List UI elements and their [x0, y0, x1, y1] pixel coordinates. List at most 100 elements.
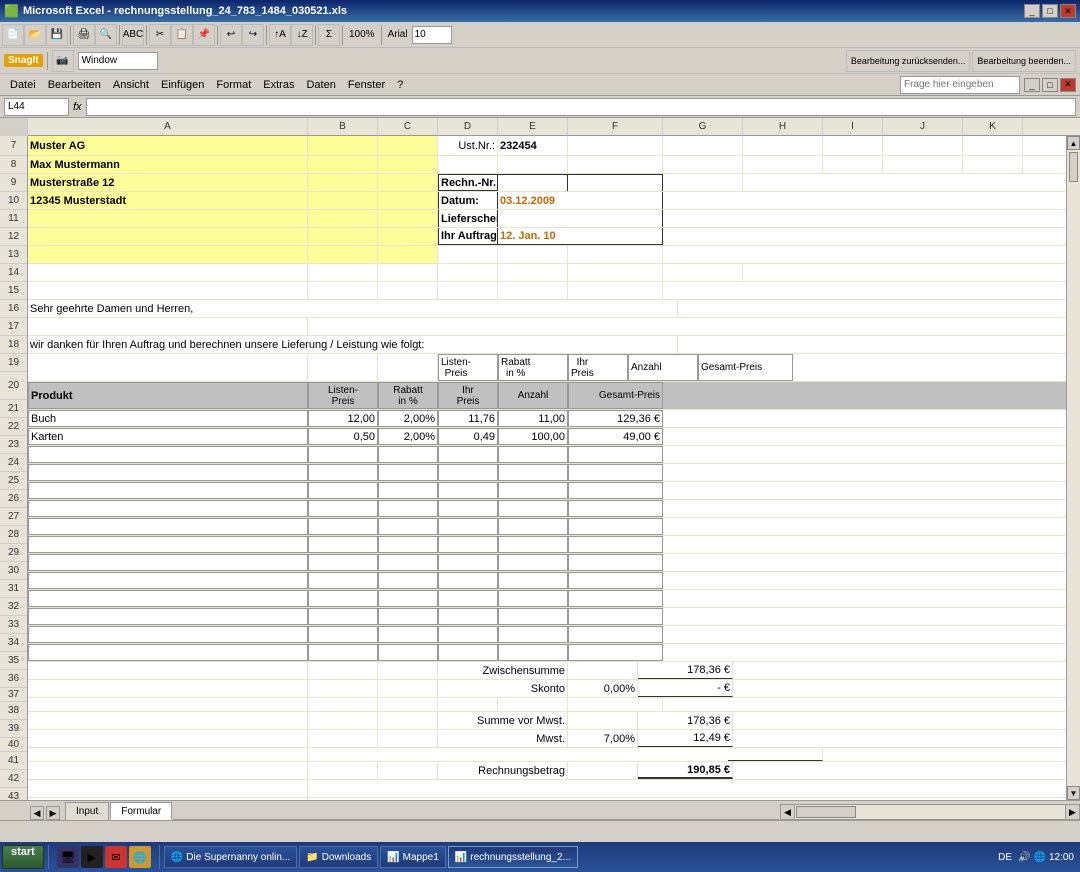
cell-r8-a[interactable]: Max Mustermann	[28, 156, 308, 173]
row-36[interactable]: 36	[0, 670, 27, 688]
spell-btn[interactable]: ABC	[122, 24, 144, 46]
cell-r11-f[interactable]	[568, 210, 663, 227]
sys-tray-icon1[interactable]: 🔊	[1018, 852, 1030, 863]
row-34[interactable]: 34	[0, 634, 27, 652]
row-9[interactable]: 9	[0, 174, 27, 192]
window-close-btn[interactable]: ✕	[1060, 78, 1076, 92]
cell-r20-b[interactable]: Listen-Preis	[308, 382, 378, 409]
cell-ref-box[interactable]	[4, 98, 69, 116]
cell-r38-f[interactable]: 178,36 €	[638, 712, 733, 729]
col-header-j[interactable]: J	[883, 118, 963, 135]
paste-btn[interactable]: 📌	[193, 24, 215, 46]
horizontal-scrollbar[interactable]: ◀ ▶	[780, 804, 1080, 820]
cell-r13-d[interactable]	[438, 246, 498, 263]
help-input[interactable]	[900, 76, 1020, 94]
row-18[interactable]: 18	[0, 336, 27, 354]
cell-r12-a[interactable]	[28, 228, 308, 245]
cell-r12-f[interactable]	[568, 228, 663, 245]
cell-r41-d[interactable]: Rechnungsbetrag	[438, 762, 568, 779]
start-button[interactable]: start	[2, 845, 44, 869]
window-max-btn[interactable]: □	[1042, 78, 1058, 92]
h-scroll-thumb[interactable]	[796, 806, 856, 818]
col-header-h[interactable]: H	[743, 118, 823, 135]
save-btn[interactable]: 💾	[46, 24, 68, 46]
cell-r12-b[interactable]	[308, 228, 378, 245]
row-13[interactable]: 13	[0, 246, 27, 264]
cell-r7-b[interactable]	[308, 136, 378, 155]
row-29[interactable]: 29	[0, 544, 27, 562]
col-header-e[interactable]: E	[498, 118, 568, 135]
window-min-btn[interactable]: _	[1024, 78, 1040, 92]
row-16[interactable]: 16	[0, 300, 27, 318]
cell-r20-e[interactable]: Anzahl	[498, 382, 568, 409]
menu-help[interactable]: ?	[391, 77, 409, 93]
cell-r12-c[interactable]	[378, 228, 438, 245]
cell-r7-f[interactable]	[568, 136, 663, 155]
row-21[interactable]: 21	[0, 400, 27, 418]
cell-r8-d[interactable]	[438, 156, 498, 173]
cell-r13-b[interactable]	[308, 246, 378, 263]
cell-r10-d[interactable]: Datum:	[438, 192, 498, 209]
row-43[interactable]: 43	[0, 788, 27, 800]
cell-r9-c[interactable]	[378, 174, 438, 191]
row-31[interactable]: 31	[0, 580, 27, 598]
sheet-tab-input[interactable]: Input	[65, 802, 109, 820]
row-28[interactable]: 28	[0, 526, 27, 544]
cell-r7-h[interactable]	[743, 136, 823, 155]
cell-r7-i[interactable]	[823, 136, 883, 155]
col-header-i[interactable]: I	[823, 118, 883, 135]
menu-ansicht[interactable]: Ansicht	[107, 77, 155, 93]
cell-r10-f[interactable]	[568, 192, 663, 209]
font-size[interactable]: 10	[412, 26, 452, 44]
cell-r22-d[interactable]: 0,49	[438, 428, 498, 445]
tab-scroll-left[interactable]: ◀	[30, 806, 44, 820]
cell-r9-a[interactable]: Musterstraße 12	[28, 174, 308, 191]
cell-r21-e[interactable]: 11,00	[498, 410, 568, 427]
cell-r10-e[interactable]: 03.12.2009	[498, 192, 568, 209]
outlook-icon[interactable]: ✉	[105, 846, 127, 868]
cell-r10-a[interactable]: 12345 Musterstadt	[28, 192, 308, 209]
col-header-a[interactable]: A	[28, 118, 308, 135]
row-11[interactable]: 11	[0, 210, 27, 228]
row-17[interactable]: 17	[0, 318, 27, 336]
row-12[interactable]: 12	[0, 228, 27, 246]
taskbar-mappe1[interactable]: 📊 Mappe1	[380, 846, 446, 868]
cell-r8-f[interactable]	[568, 156, 663, 173]
cell-r7-g[interactable]	[663, 136, 743, 155]
cell-r9-b[interactable]	[308, 174, 378, 191]
cell-r8-h[interactable]	[743, 156, 823, 173]
cell-r11-d[interactable]: Lieferschein-Nr.:	[438, 210, 498, 227]
col-header-c[interactable]: C	[378, 118, 438, 135]
cell-r21-a[interactable]: Buch	[28, 410, 308, 427]
cell-r12-e[interactable]: 12. Jan. 10	[498, 228, 568, 245]
maximize-btn[interactable]: □	[1042, 4, 1058, 18]
cell-r7-k[interactable]	[963, 136, 1023, 155]
show-desktop-icon[interactable]: 🖥	[57, 846, 79, 868]
cell-r36-f[interactable]: - €	[638, 680, 733, 697]
cell-r20-f[interactable]: Gesamt-Preis	[568, 382, 663, 409]
print-preview-btn[interactable]: 🔍	[95, 24, 117, 46]
cell-r20-c[interactable]: Rabattin %	[378, 382, 438, 409]
col-header-k[interactable]: K	[963, 118, 1023, 135]
cell-r7-d[interactable]: Ust.Nr.:	[438, 136, 498, 155]
new-btn[interactable]: 📄	[2, 24, 24, 46]
cell-r13-c[interactable]	[378, 246, 438, 263]
h-scroll-track[interactable]	[795, 805, 1065, 819]
sys-tray-icon2[interactable]: 🌐	[1034, 852, 1046, 863]
row-27[interactable]: 27	[0, 508, 27, 526]
open-btn[interactable]: 📂	[24, 24, 46, 46]
row-35[interactable]: 35	[0, 652, 27, 670]
row-39[interactable]: 39	[0, 720, 27, 738]
row-10[interactable]: 10	[0, 192, 27, 210]
row-33[interactable]: 33	[0, 616, 27, 634]
row-42[interactable]: 42	[0, 770, 27, 788]
menu-extras[interactable]: Extras	[257, 77, 300, 93]
end-edit-btn[interactable]: Bearbeitung beenden...	[972, 50, 1076, 72]
sum-btn[interactable]: Σ	[318, 24, 340, 46]
row-32[interactable]: 32	[0, 598, 27, 616]
cell-r10-b[interactable]	[308, 192, 378, 209]
row-19[interactable]: 19	[0, 354, 27, 372]
cell-r21-d[interactable]: 11,76	[438, 410, 498, 427]
snagit-label[interactable]: SnagIt	[4, 54, 43, 67]
menu-daten[interactable]: Daten	[300, 77, 341, 93]
